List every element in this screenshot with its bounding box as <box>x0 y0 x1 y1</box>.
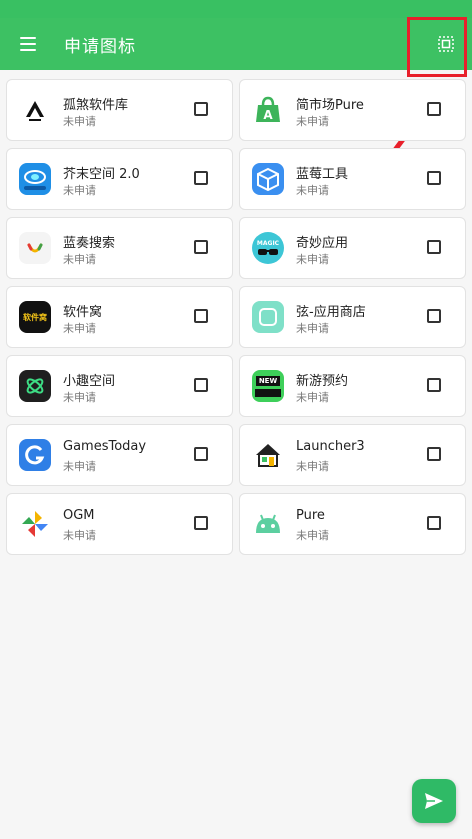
app-card[interactable]: 芥末空间 2.0 未申请 <box>6 148 233 210</box>
app-status: 未申请 <box>63 529 96 542</box>
app-bar: 申请图标 <box>0 18 472 70</box>
app-icon-xian <box>252 301 284 333</box>
app-card[interactable]: 软件窝 软件窝 未申请 <box>6 286 233 348</box>
app-checkbox[interactable] <box>194 516 208 530</box>
app-name: 蓝莓工具 <box>296 167 349 182</box>
app-name: 芥末空间 2.0 <box>63 167 140 182</box>
app-name: 软件窝 <box>63 305 103 320</box>
app-checkbox[interactable] <box>427 240 441 254</box>
app-card[interactable]: Launcher3 未申请 <box>239 424 466 486</box>
app-icon-ogm <box>19 508 51 540</box>
app-checkbox[interactable] <box>194 240 208 254</box>
app-status: 未申请 <box>296 529 329 542</box>
app-status: 未申请 <box>296 253 329 266</box>
status-bar <box>0 0 472 18</box>
menu-icon[interactable] <box>20 37 36 51</box>
app-checkbox[interactable] <box>427 516 441 530</box>
app-icon-ruanjianwo: 软件窝 <box>19 301 51 333</box>
app-checkbox[interactable] <box>194 378 208 392</box>
app-name: 奇妙应用 <box>296 236 349 251</box>
app-name: 蓝奏搜索 <box>63 236 116 251</box>
app-status: 未申请 <box>63 115 96 128</box>
app-status: 未申请 <box>63 322 96 335</box>
app-name: 简市场Pure <box>296 98 364 113</box>
app-name: GamesToday <box>63 439 147 454</box>
app-name: 新游预约 <box>296 374 349 389</box>
app-status: 未申请 <box>63 391 96 404</box>
app-card[interactable]: Pure 未申请 <box>239 493 466 555</box>
app-checkbox[interactable] <box>194 102 208 116</box>
app-name: Pure <box>296 508 325 523</box>
app-icon-qimiao: MAGIC <box>252 232 284 264</box>
app-grid: 孤煞软件库 未申请 A 简市场Pure 未申请 芥末空间 2.0 未申请 蓝莓工… <box>6 79 466 555</box>
app-status: 未申请 <box>63 460 96 473</box>
app-name: 孤煞软件库 <box>63 98 129 113</box>
app-icon-launcher3 <box>252 439 284 471</box>
app-icon-pure <box>252 508 284 540</box>
app-card[interactable]: A 简市场Pure 未申请 <box>239 79 466 141</box>
app-icon-ruanjianwo-label: 软件窝 <box>23 312 47 322</box>
app-icon-xiaoqu <box>19 370 51 402</box>
app-icon-gusha <box>19 94 51 126</box>
app-icon-xinyou-label: NEW <box>255 375 281 386</box>
app-icon-gamestoday <box>19 439 51 471</box>
app-checkbox[interactable] <box>427 171 441 185</box>
app-name: OGM <box>63 508 95 523</box>
app-checkbox[interactable] <box>194 447 208 461</box>
app-card[interactable]: 蓝莓工具 未申请 <box>239 148 466 210</box>
app-checkbox[interactable] <box>194 309 208 323</box>
svg-text:A: A <box>263 108 273 122</box>
app-card[interactable]: MAGIC 奇妙应用 未申请 <box>239 217 466 279</box>
app-status: 未申请 <box>296 115 329 128</box>
app-card[interactable]: OGM 未申请 <box>6 493 233 555</box>
page-title: 申请图标 <box>64 37 136 57</box>
app-icon-qimiao-label: MAGIC <box>256 239 280 247</box>
app-icon-xinyou: NEW <box>252 370 284 402</box>
app-status: 未申请 <box>296 391 329 404</box>
annotation-highlight-box <box>407 17 467 77</box>
app-icon-lanzou <box>19 232 51 264</box>
app-status: 未申请 <box>63 184 96 197</box>
app-icon-jiemo <box>19 163 51 195</box>
app-status: 未申请 <box>296 460 329 473</box>
app-status: 未申请 <box>296 184 329 197</box>
app-card[interactable]: NEW 新游预约 未申请 <box>239 355 466 417</box>
app-icon-lanmei <box>252 163 284 195</box>
app-name: 弦-应用商店 <box>296 305 366 320</box>
app-card[interactable]: GamesToday 未申请 <box>6 424 233 486</box>
app-status: 未申请 <box>296 322 329 335</box>
app-status: 未申请 <box>63 253 96 266</box>
app-name: 小趣空间 <box>63 374 116 389</box>
send-button[interactable] <box>412 779 456 823</box>
app-name: Launcher3 <box>296 439 365 454</box>
app-card[interactable]: 弦-应用商店 未申请 <box>239 286 466 348</box>
app-checkbox[interactable] <box>427 102 441 116</box>
app-checkbox[interactable] <box>427 378 441 392</box>
app-checkbox[interactable] <box>194 171 208 185</box>
send-icon <box>425 793 443 809</box>
app-checkbox[interactable] <box>427 309 441 323</box>
app-checkbox[interactable] <box>427 447 441 461</box>
app-card[interactable]: 孤煞软件库 未申请 <box>6 79 233 141</box>
app-icon-jianshichang: A <box>252 94 284 126</box>
app-card[interactable]: 蓝奏搜索 未申请 <box>6 217 233 279</box>
app-card[interactable]: 小趣空间 未申请 <box>6 355 233 417</box>
